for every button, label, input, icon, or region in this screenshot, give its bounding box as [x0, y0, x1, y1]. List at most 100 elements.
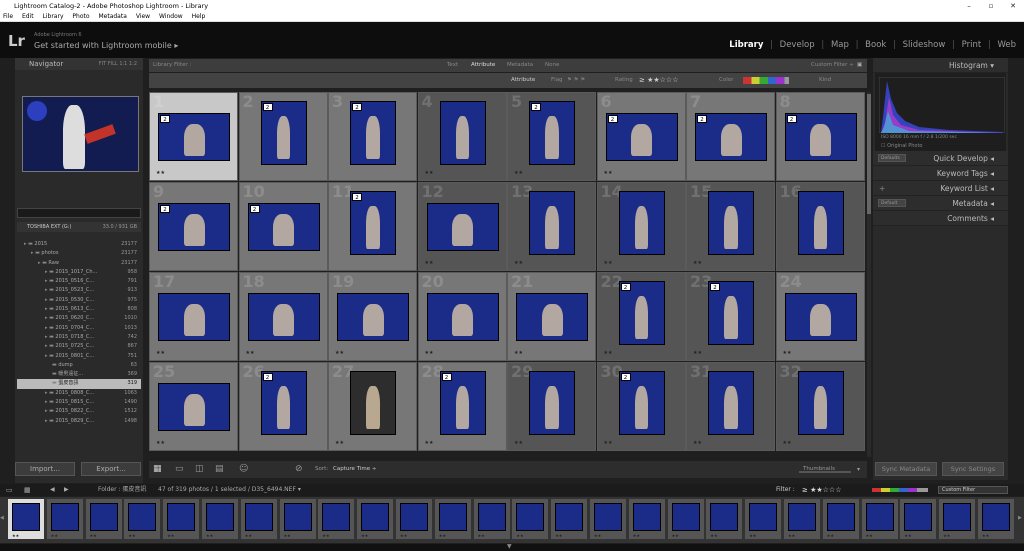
filmstrip-thumbnail[interactable]: ★★	[124, 499, 161, 539]
module-web[interactable]: Web	[997, 40, 1016, 50]
folder-item[interactable]: ▸ ▬ 2015_0530_C... 975	[17, 296, 141, 305]
grid-cell[interactable]: 19 ★★	[328, 272, 417, 361]
module-develop[interactable]: Develop	[780, 40, 815, 50]
filmstrip-thumbnail[interactable]: ★★	[667, 499, 704, 539]
rating-stars[interactable]: ★★	[604, 440, 613, 446]
menu-file[interactable]: File	[3, 13, 13, 20]
filmstrip-thumbnail[interactable]: ★★	[357, 499, 394, 539]
grid-cell[interactable]: 1 2 ★★	[149, 92, 238, 181]
grid-cell[interactable]: 13 ★★	[507, 182, 596, 271]
grid-cell[interactable]: 25 ★★	[149, 362, 238, 451]
rating-stars[interactable]: ★★	[514, 260, 523, 266]
photo-thumbnail[interactable]	[337, 293, 409, 341]
navigator-zoom[interactable]: FIT FILL 1:1 1:2	[99, 58, 137, 70]
rating-stars[interactable]: ★★	[783, 440, 792, 446]
filmstrip-thumbnail[interactable]: ★★	[202, 499, 238, 539]
people-view-icon[interactable]: ☺	[239, 461, 248, 478]
rating-stars[interactable]: ★★	[335, 440, 344, 446]
painter-icon[interactable]: ⊘	[295, 461, 303, 478]
stack-badge[interactable]: 2	[620, 373, 631, 381]
keywording-header[interactable]: Keyword Tags ◂	[873, 166, 1008, 181]
folder-item[interactable]: ▸ ▬ photos 23177	[17, 249, 141, 258]
photo-thumbnail[interactable]	[797, 371, 844, 435]
filmstrip-thumbnail[interactable]: ★★	[240, 499, 277, 539]
grid-cell[interactable]: 30 2 ★★	[596, 362, 686, 451]
bottom-panel-toggle[interactable]: ▼	[0, 543, 1024, 551]
folder-source[interactable]: Folder : 蛋皮音訊	[98, 484, 146, 496]
folder-item[interactable]: ▸ ▬ 2015_0523_C... 913	[17, 286, 141, 295]
rating-stars[interactable]: ★★	[335, 350, 344, 356]
rating-stars[interactable]: ★★	[693, 260, 702, 266]
rating-stars[interactable]: ★★	[425, 440, 434, 446]
stack-badge[interactable]: 2	[697, 115, 707, 123]
rating-stars[interactable]: ★★	[425, 260, 434, 266]
folder-item[interactable]: ▸ ▬ 2015_0808_C... 1063	[17, 389, 141, 398]
menu-view[interactable]: View	[136, 13, 150, 20]
folder-search[interactable]	[17, 208, 141, 218]
folder-item[interactable]: ▸ ▬ Raw 23177	[17, 259, 141, 268]
grid-cell[interactable]: 21 ★★	[507, 272, 596, 361]
module-print[interactable]: Print	[962, 40, 982, 50]
compare-view-icon[interactable]: ◫	[195, 461, 204, 478]
grid-cell[interactable]: 72	[686, 92, 775, 181]
grid-cell[interactable]: 16	[775, 182, 865, 271]
grid-cell[interactable]: 28 2 ★★	[417, 362, 507, 451]
photo-thumbnail[interactable]	[158, 293, 230, 341]
grid-cell[interactable]: 18 ★★	[238, 272, 328, 361]
filmstrip-thumbnail[interactable]: ★★	[434, 499, 471, 539]
grid-cell[interactable]: 22	[238, 92, 328, 181]
stack-badge[interactable]: 2	[352, 193, 362, 201]
add-keyword-icon[interactable]: +	[879, 181, 885, 196]
photo-thumbnail[interactable]	[708, 371, 754, 435]
module-slideshow[interactable]: Slideshow	[903, 40, 946, 50]
photo-thumbnail[interactable]	[439, 101, 486, 165]
menu-library[interactable]: Library	[43, 13, 64, 20]
folder-item[interactable]: ▸ ▬ 2015_0718_C... 742	[17, 333, 141, 342]
keyword-list-header[interactable]: + Keyword List ◂	[873, 181, 1008, 196]
original-photo-checkbox[interactable]: ☐ Original Photo	[881, 143, 923, 149]
menu-help[interactable]: Help	[192, 13, 206, 20]
import-button[interactable]: Import...	[15, 462, 75, 476]
photo-thumbnail[interactable]	[158, 383, 230, 431]
rating-stars[interactable]: ★★	[156, 170, 165, 176]
stack-badge[interactable]: 2	[249, 205, 260, 213]
rating-stars[interactable]: ★★	[783, 350, 792, 356]
stack-badge[interactable]: 2	[352, 103, 362, 111]
rating-stars[interactable]: ★★	[425, 170, 434, 176]
grid-cell[interactable]: 29 ★★	[507, 362, 596, 451]
secondary-window-icon[interactable]: ▭	[6, 484, 13, 496]
lock-icon[interactable]: ▣	[857, 59, 862, 72]
survey-view-icon[interactable]: ▤	[215, 461, 224, 478]
filmstrip-right-arrow[interactable]: ▶	[1018, 515, 1022, 521]
grid-cell[interactable]: 32 ★★	[775, 362, 865, 451]
grid-cell[interactable]: 26 2	[238, 362, 328, 451]
grid-cell[interactable]: 23 2 ★★	[686, 272, 775, 361]
strip-rating-filter[interactable]: ≥ ★★☆☆☆	[802, 484, 841, 496]
photo-thumbnail[interactable]	[797, 191, 844, 255]
navigator-preview[interactable]	[22, 96, 139, 172]
metadata-preset[interactable]: Default	[878, 199, 906, 207]
sort-select[interactable]: Capture Time ÷	[333, 461, 376, 478]
photo-count-info[interactable]: 47 of 319 photos / 1 selected / D35_6494…	[158, 484, 301, 496]
grid-cell[interactable]: 24 ★★	[775, 272, 865, 361]
folder-item[interactable]: ▸ ▬ 2015_0613_C... 808	[17, 305, 141, 314]
grid-cell[interactable]: 32	[328, 92, 417, 181]
filmstrip-thumbnail[interactable]: ★★	[163, 499, 200, 539]
quick-develop-preset[interactable]: Defaults	[878, 154, 906, 162]
filmstrip-thumbnail[interactable]: ★★	[590, 499, 626, 539]
filmstrip-thumbnail[interactable]: ★★	[978, 499, 1014, 539]
rating-stars[interactable]: ★★	[693, 440, 702, 446]
photo-thumbnail[interactable]	[247, 293, 320, 341]
filmstrip-thumbnail[interactable]: ★★	[279, 499, 316, 539]
comments-header[interactable]: Comments ◂	[873, 211, 1008, 226]
folder-item[interactable]: ▬ dump 63	[17, 361, 141, 370]
filmstrip-thumbnail[interactable]: ★★	[551, 499, 588, 539]
filmstrip-thumbnail[interactable]: ★★	[396, 499, 432, 539]
forward-arrow-icon[interactable]: ▶	[64, 484, 69, 496]
grid-scrollbar[interactable]	[867, 92, 871, 457]
rating-stars[interactable]: ★★	[514, 350, 523, 356]
photo-thumbnail[interactable]	[618, 191, 665, 255]
module-map[interactable]: Map	[831, 40, 849, 50]
back-arrow-icon[interactable]: ◀	[50, 484, 55, 496]
flag-icons[interactable]: ⚑ ⚑ ⚑	[567, 73, 585, 88]
